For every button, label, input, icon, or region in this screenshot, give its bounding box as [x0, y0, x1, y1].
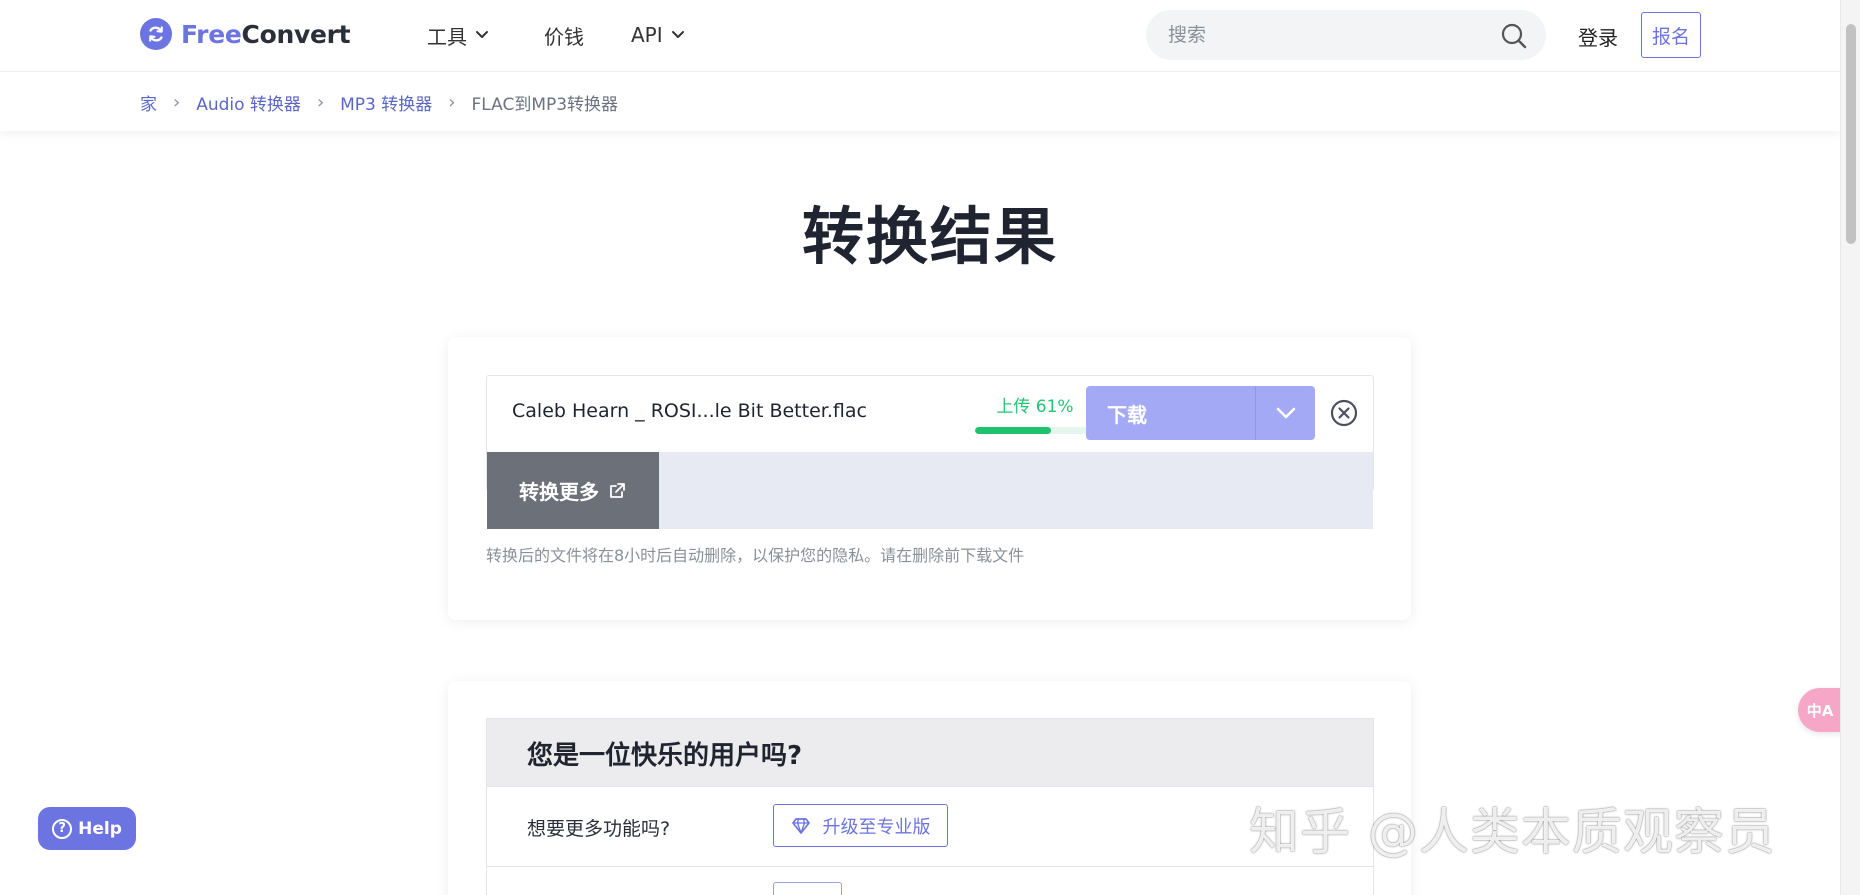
upload-status: 上传 61%	[996, 397, 1074, 417]
help-label: Help	[78, 818, 122, 839]
second-feature-row	[486, 867, 1374, 895]
nav-api-menu[interactable]: API	[631, 20, 685, 50]
question-icon: ?	[52, 818, 73, 839]
breadcrumb: 家 › Audio 转换器 › MP3 转换器 › FLAC到MP3转换器	[140, 90, 618, 115]
chevron-down-icon	[476, 31, 488, 38]
nav-pricing-link[interactable]: 价钱	[544, 20, 584, 50]
breadcrumb-audio-converter[interactable]: Audio 转换器	[196, 90, 301, 115]
happy-user-header: 您是一位快乐的用户吗?	[486, 718, 1374, 787]
breadcrumb-current: FLAC到MP3转换器	[471, 95, 619, 115]
convert-more-strip: 转换更多	[487, 452, 1373, 529]
breadcrumb-bar: 家 › Audio 转换器 › MP3 转换器 › FLAC到MP3转换器	[0, 73, 1840, 131]
logo-text-convert: Convert	[241, 19, 351, 49]
freeconvert-logo[interactable]: FreeConvert	[140, 17, 351, 51]
download-button[interactable]: 下载	[1086, 386, 1256, 440]
download-button-group: 下载	[1086, 386, 1315, 440]
nav-tools-label: 工具	[427, 24, 467, 49]
logo-wordmark: FreeConvert	[181, 19, 351, 49]
nav-api-label: API	[631, 23, 663, 47]
breadcrumb-home[interactable]: 家	[140, 90, 157, 115]
help-button[interactable]: ? Help	[38, 807, 136, 850]
search-input[interactable]	[1168, 10, 1488, 60]
chevron-right-icon: ›	[173, 92, 181, 113]
second-row-button[interactable]	[773, 882, 842, 895]
more-features-row: 想要更多功能吗? 升级至专业版	[486, 787, 1374, 867]
chevron-down-icon	[671, 31, 684, 38]
upload-progress-fill	[975, 427, 1052, 434]
page-title: 转换结果	[801, 200, 1058, 273]
login-link[interactable]: 登录	[1578, 22, 1618, 51]
search-box	[1146, 10, 1546, 60]
happy-user-title: 您是一位快乐的用户吗?	[527, 741, 803, 771]
conversion-result-card: Caleb Hearn _ ROSI...le Bit Better.flac …	[448, 337, 1411, 620]
scrollbar-thumb[interactable]	[1846, 24, 1856, 244]
chevron-right-icon: ›	[316, 92, 325, 113]
upgrade-label: 升级至专业版	[822, 816, 931, 838]
translate-widget-icon[interactable]: 中A	[1798, 688, 1842, 732]
nav-pricing-label: 价钱	[544, 24, 584, 49]
privacy-note: 转换后的文件将在8小时后自动删除，以保护您的隐私。请在删除前下载文件	[486, 546, 1025, 565]
search-icon[interactable]	[1500, 22, 1528, 50]
download-options-toggle[interactable]	[1256, 386, 1315, 440]
file-name: Caleb Hearn _ ROSI...le Bit Better.flac	[512, 400, 867, 422]
signup-button[interactable]: 报名	[1641, 12, 1701, 58]
nav-tools-menu[interactable]: 工具	[427, 20, 489, 50]
file-row: Caleb Hearn _ ROSI...le Bit Better.flac …	[486, 375, 1374, 529]
logo-text-free: Free	[181, 19, 242, 49]
upgrade-to-pro-button[interactable]: 升级至专业版	[773, 804, 948, 847]
convert-more-button[interactable]: 转换更多	[487, 452, 659, 529]
more-features-label: 想要更多功能吗?	[527, 818, 671, 840]
top-navigation-bar: FreeConvert 工具 价钱 API 登录 报名	[0, 0, 1840, 72]
chevron-right-icon: ›	[448, 92, 456, 113]
watermark: 知乎 @人类本质观察员	[1249, 803, 1776, 861]
convert-more-label: 转换更多	[519, 480, 599, 504]
refresh-icon	[140, 18, 172, 50]
upload-progress-bar	[975, 427, 1100, 434]
breadcrumb-mp3-converter[interactable]: MP3 转换器	[340, 90, 432, 115]
chevron-down-icon	[1276, 407, 1295, 419]
page-scrollbar[interactable]	[1840, 0, 1860, 895]
diamond-icon	[791, 817, 810, 834]
external-link-icon	[610, 482, 625, 498]
remove-file-icon[interactable]	[1329, 398, 1359, 428]
